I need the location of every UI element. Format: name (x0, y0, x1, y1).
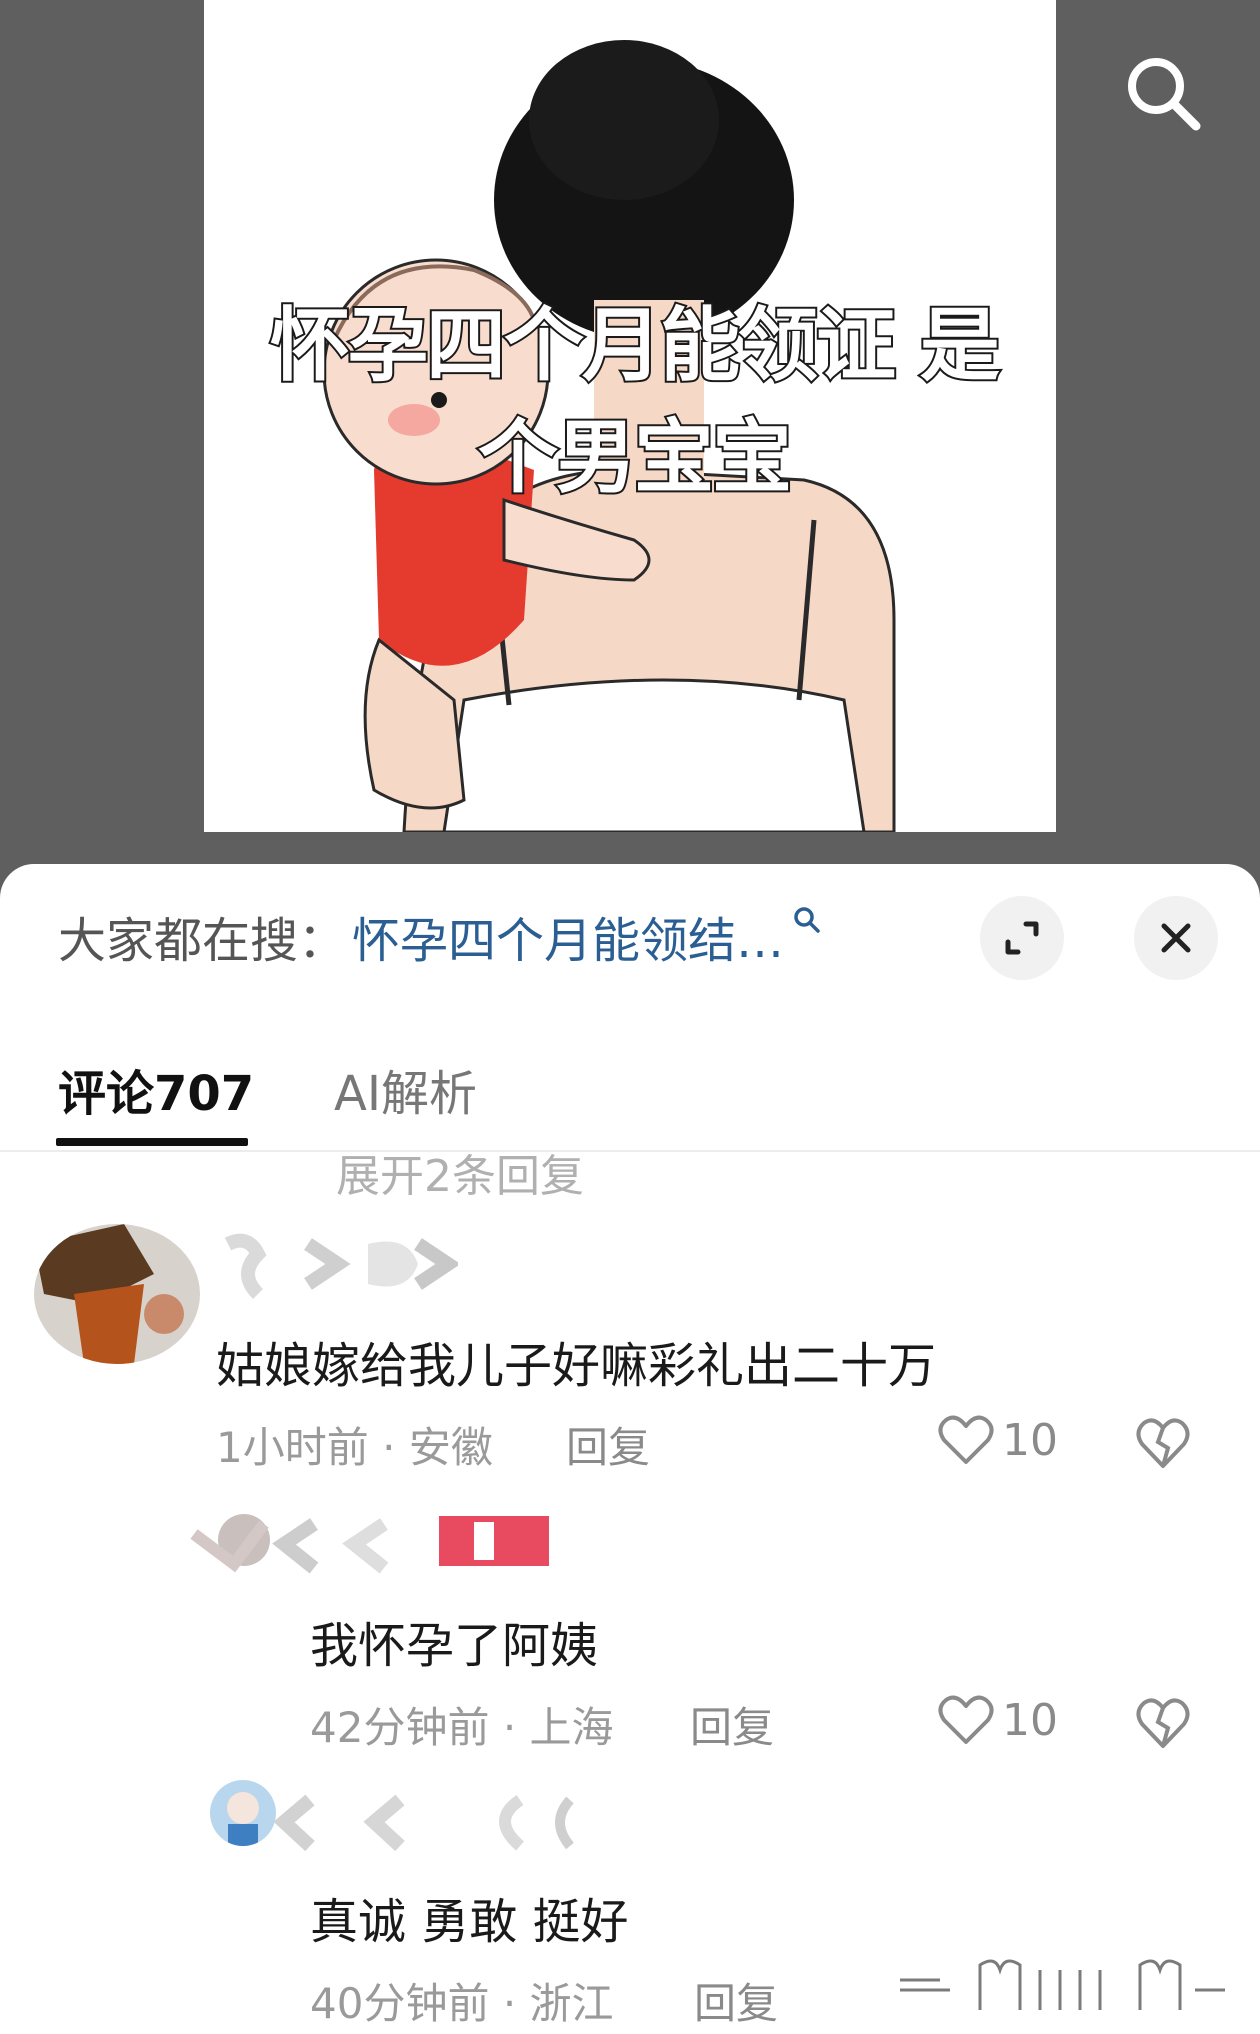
tab-bar: 评论707 AI解析 (0, 1034, 1260, 1152)
like-count: 10 (1002, 1414, 1058, 1466)
comment-sheet: 大家都在搜： 怀孕四个月能领结… 评论707 AI解析 展开2条回复 姑娘嫁给我… (0, 864, 1260, 2034)
search-button[interactable] (1120, 50, 1206, 136)
reply-button[interactable]: 回复 (690, 1694, 774, 1755)
meta-separator: · (502, 1703, 517, 1752)
hot-search-label: 大家都在搜： (58, 913, 347, 969)
username-blurred (273, 1794, 574, 1852)
username-blurred (224, 1233, 458, 1299)
avatar[interactable] (34, 1224, 200, 1364)
close-button[interactable] (1134, 896, 1218, 980)
like-count: 10 (1002, 1694, 1058, 1746)
comment-text: 我怀孕了阿姨 (310, 1618, 599, 1674)
reply-button[interactable]: 回复 (694, 1970, 778, 2031)
comment-meta: 42分钟前 · 上海 (310, 1694, 614, 1755)
dislike-icon[interactable] (1134, 1414, 1192, 1472)
close-icon (1161, 923, 1191, 953)
cover-caption-line2: 个男宝宝 (476, 409, 794, 506)
video-area[interactable]: 怀孕四个月能领证 是 个男宝宝 (0, 0, 1260, 880)
expand-icon (1005, 921, 1039, 955)
comment-location: 上海 (529, 1703, 614, 1752)
comment-text: 真诚 勇敢 挺好 (310, 1894, 629, 1950)
comment-meta: 40分钟前 · 浙江 (310, 1970, 614, 2031)
cover-caption: 怀孕四个月能领证 是 个男宝宝 (244, 290, 1024, 514)
tab-ai-analysis[interactable]: AI解析 (334, 1054, 477, 1124)
comment-location: 安徽 (408, 1423, 493, 1472)
username-blurred (190, 1514, 549, 1574)
expand-button[interactable] (980, 896, 1064, 980)
meta-separator: · (502, 1979, 517, 2028)
active-tab-indicator (56, 1138, 248, 1146)
meta-separator: · (382, 1423, 396, 1472)
expand-replies-link[interactable]: 展开2条回复 (336, 1140, 584, 1204)
cover-caption-line1: 怀孕四个月能领证 是 (268, 297, 1002, 394)
comment-time: 40分钟前 (310, 1979, 490, 2028)
reply-button[interactable]: 回复 (566, 1414, 650, 1475)
avatar[interactable] (210, 1780, 276, 1846)
small-search-icon (794, 907, 820, 933)
like-button[interactable]: 10 (938, 1410, 1058, 1470)
tab-comments[interactable]: 评论707 (58, 1054, 254, 1124)
comment-location: 浙江 (529, 1979, 614, 2028)
sheet-header: 大家都在搜： 怀孕四个月能领结… (0, 864, 1260, 1012)
comment-meta: 1小时前 · 安徽 (216, 1414, 493, 1475)
hot-search-query[interactable]: 怀孕四个月能领结… (352, 901, 784, 971)
watermark (900, 1959, 1225, 2010)
comment-time: 42分钟前 (310, 1703, 490, 1752)
hot-search-bar[interactable]: 大家都在搜： 怀孕四个月能领结… (58, 906, 822, 969)
video-cover[interactable]: 怀孕四个月能领证 是 个男宝宝 (204, 0, 1056, 832)
heart-icon (938, 1695, 994, 1744)
like-button[interactable]: 10 (938, 1690, 1058, 1750)
comment-text: 姑娘嫁给我儿子好嘛彩礼出二十万 (216, 1338, 937, 1394)
search-icon (1128, 58, 1201, 131)
heart-icon (938, 1415, 994, 1464)
comment-time: 1小时前 (216, 1423, 369, 1472)
dislike-icon[interactable] (1134, 1694, 1192, 1752)
